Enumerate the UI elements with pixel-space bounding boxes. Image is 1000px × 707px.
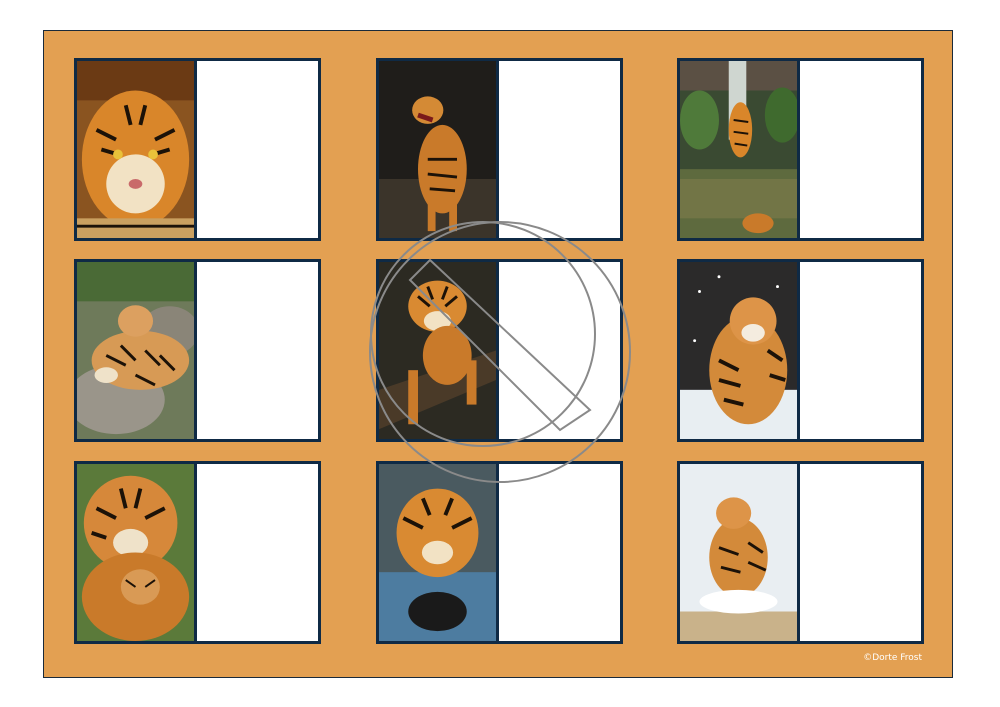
tiger-card-1[interactable] bbox=[74, 58, 321, 241]
tiger-mother-and-cub-photo bbox=[77, 464, 197, 641]
tiger-card-3[interactable] bbox=[677, 58, 924, 241]
tiger-swimming-photo bbox=[379, 464, 499, 641]
tiger-card-8[interactable] bbox=[376, 461, 623, 644]
empty-card-slot bbox=[197, 61, 318, 238]
tiger-roaring-standing-photo bbox=[379, 61, 499, 238]
tiger-card-4[interactable] bbox=[74, 259, 321, 442]
tiger-lying-on-rocks-photo bbox=[77, 262, 197, 439]
tiger-card-2[interactable] bbox=[376, 58, 623, 241]
copyright-text: ©Dorte Frost bbox=[863, 653, 922, 663]
tiger-running-in-snow-photo bbox=[680, 464, 800, 641]
tiger-card-5[interactable] bbox=[376, 259, 623, 442]
empty-card-slot bbox=[800, 464, 921, 641]
empty-card-slot bbox=[499, 262, 620, 439]
tiger-waterfall-photo bbox=[680, 61, 800, 238]
empty-card-slot bbox=[499, 61, 620, 238]
empty-card-slot bbox=[800, 61, 921, 238]
tiger-card-7[interactable] bbox=[74, 461, 321, 644]
tiger-in-snow-photo bbox=[680, 262, 800, 439]
tiger-face-closeup-photo bbox=[77, 61, 197, 238]
tiger-card-9[interactable] bbox=[677, 461, 924, 644]
tiger-on-log-photo bbox=[379, 262, 499, 439]
tiger-card-6[interactable] bbox=[677, 259, 924, 442]
empty-card-slot bbox=[499, 464, 620, 641]
empty-card-slot bbox=[197, 262, 318, 439]
memory-game-board: ©Dorte Frost bbox=[43, 30, 953, 678]
empty-card-slot bbox=[197, 464, 318, 641]
empty-card-slot bbox=[800, 262, 921, 439]
